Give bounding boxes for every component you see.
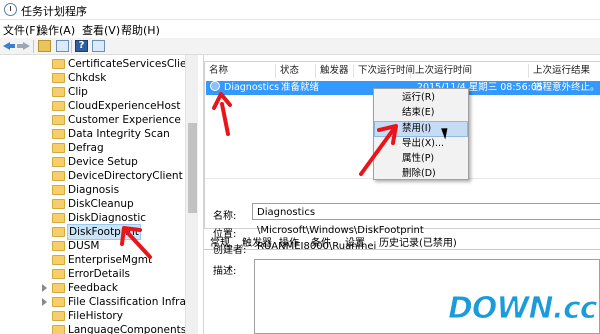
forward-arrow-icon[interactable] (17, 40, 30, 52)
sidebar-scrollbar[interactable] (185, 55, 198, 334)
tree-item[interactable]: Device Setup (51, 155, 196, 169)
tree-item[interactable]: Feedback (42, 281, 196, 295)
show-pane-icon[interactable] (56, 40, 69, 52)
tree-item[interactable]: Clip (51, 85, 196, 99)
folder-icon (52, 115, 65, 125)
name-value: Diagnostics (257, 207, 316, 218)
tree-item[interactable]: Data Integrity Scan (51, 127, 196, 141)
folder-icon (52, 297, 65, 307)
tree-item[interactable]: Diagnosis (51, 183, 196, 197)
expand-arrow-icon[interactable] (42, 284, 47, 292)
tree-item-diskfootprint[interactable]: DiskFootprint (51, 224, 196, 240)
menu-view[interactable]: 查看(V) (82, 22, 120, 38)
tree-item[interactable]: DiskDiagnostic (51, 211, 196, 225)
toolbar: ? (0, 38, 600, 55)
folder-icon (52, 283, 65, 293)
column-header-next-run[interactable]: 下次运行时间 (354, 64, 415, 78)
folder-icon (52, 241, 65, 251)
menu-item-disable[interactable]: 禁用(I) (374, 121, 468, 137)
folder-icon (52, 213, 65, 223)
menu-item-properties[interactable]: 属性(P) (375, 152, 467, 166)
folder-icon (52, 269, 65, 279)
folder-icon (52, 227, 65, 237)
tree-item[interactable]: ErrorDetails (51, 267, 196, 281)
column-header-status[interactable]: 状态 (276, 64, 316, 78)
up-folder-icon[interactable] (38, 40, 51, 52)
author-label: 创建者: (213, 245, 247, 256)
folder-icon (52, 87, 65, 97)
menu-item-delete[interactable]: 删除(D) (375, 167, 467, 181)
column-header-name[interactable]: 名称 (205, 64, 276, 78)
task-icon (210, 81, 220, 91)
location-label: 位置: (213, 229, 237, 240)
folder-icon (52, 59, 65, 69)
watermark-logo: DOWN.cc (440, 291, 600, 333)
expand-arrow-icon[interactable] (42, 298, 47, 306)
folder-icon (52, 73, 65, 83)
folder-icon (52, 171, 65, 181)
folder-icon (52, 143, 65, 153)
folder-icon (52, 199, 65, 209)
folder-icon (52, 101, 65, 111)
toolbar-separator (71, 40, 72, 53)
toolbar-separator (33, 40, 34, 53)
tree-item[interactable]: FileHistory (51, 309, 196, 323)
tree-item[interactable]: DeviceDirectoryClient (51, 169, 196, 183)
tree-item[interactable]: DiskCleanup (51, 197, 196, 211)
menu-file[interactable]: 文件(F) (3, 22, 40, 38)
context-menu: 运行(R) 结束(E) 禁用(I) 导出(X)... 属性(P) 删除(D) (373, 88, 469, 180)
menu-item-run[interactable]: 运行(R) (375, 91, 467, 105)
task-name: Diagnostics (224, 82, 280, 93)
back-arrow-icon[interactable] (3, 40, 16, 52)
task-status: 准备就绪 (281, 82, 320, 93)
column-header-triggers[interactable]: 触发器 (316, 64, 354, 78)
tree-item[interactable]: CloudExperienceHost (51, 99, 196, 113)
location-value: \Microsoft\Windows\DiskFootprint (257, 225, 424, 236)
author-value: RUANMEI8000\Ruanmei (257, 241, 377, 252)
folder-tree: CertificateServicesClient Chkdsk Clip Cl… (0, 55, 198, 334)
menu-item-end[interactable]: 结束(E) (375, 106, 467, 120)
tree-item[interactable]: EnterpriseMgmt (51, 253, 196, 267)
folder-icon (52, 129, 65, 139)
folder-icon (52, 255, 65, 265)
name-label: 名称: (213, 211, 237, 222)
window-title: 任务计划程序 (21, 5, 87, 18)
menu-bar: 文件(F) 操作(A) 查看(V) 帮助(H) (0, 20, 600, 38)
folder-icon (52, 185, 65, 195)
title-bar: 任务计划程序 (0, 0, 600, 20)
tree-item[interactable]: LanguageComponentsInstall (51, 323, 197, 334)
scrollbar-thumb[interactable] (188, 123, 197, 213)
tree-item[interactable]: CertificateServicesClient (51, 57, 197, 71)
task-last-result: 进程意外终止。 (533, 82, 600, 93)
menu-action[interactable]: 操作(A) (37, 22, 75, 38)
menu-item-export[interactable]: 导出(X)... (375, 137, 467, 151)
tree-item[interactable]: Customer Experience Improv (51, 113, 197, 127)
tree-item[interactable]: File Classification Infrastructu (42, 295, 197, 309)
menu-help[interactable]: 帮助(H) (121, 22, 160, 38)
tree-item[interactable]: DUSM (51, 239, 196, 253)
tab-history[interactable]: 历史记录(已禁用) (379, 237, 457, 250)
task-scheduler-icon (4, 3, 17, 16)
help-icon[interactable]: ? (75, 40, 88, 52)
tree-item[interactable]: Chkdsk (51, 71, 196, 85)
folder-icon (52, 311, 65, 321)
column-header-last-result[interactable]: 上次运行结果 (529, 64, 600, 78)
action-pane-icon[interactable] (92, 40, 105, 52)
folder-icon (52, 157, 65, 167)
tree-item[interactable]: Defrag (51, 141, 196, 155)
column-header-last-run[interactable]: 上次运行时间 (411, 64, 529, 78)
description-label: 描述: (213, 266, 237, 277)
watermark-text: DOWN.cc (448, 291, 599, 327)
folder-icon (52, 325, 65, 334)
